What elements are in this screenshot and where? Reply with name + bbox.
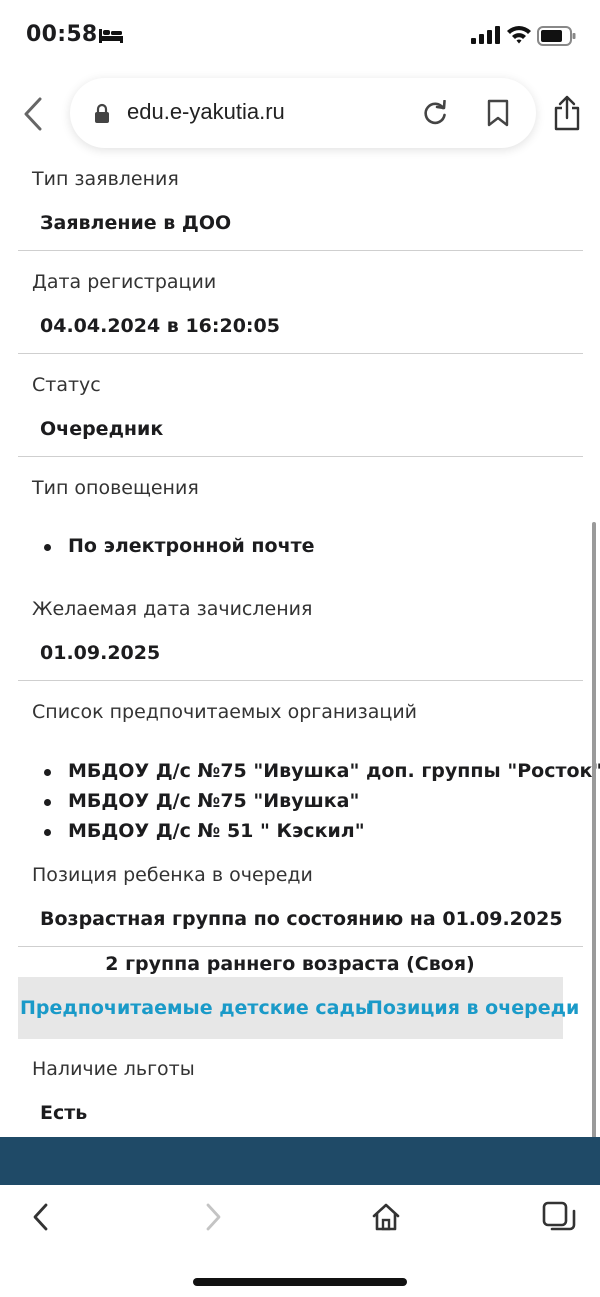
reg-date-value: 04.04.2024 в 16:20:05 bbox=[40, 315, 280, 337]
nav-forward-icon[interactable] bbox=[202, 1202, 224, 1232]
org-item: МБДОУ Д/с №75 "Ивушка" bbox=[44, 790, 359, 812]
reg-date-label: Дата регистрации bbox=[32, 271, 217, 293]
app-type-label: Тип заявления bbox=[32, 168, 179, 190]
divider bbox=[18, 680, 583, 681]
home-indicator bbox=[193, 1278, 407, 1286]
benefit-value: Есть bbox=[40, 1102, 88, 1124]
desired-date-value: 01.09.2025 bbox=[40, 642, 161, 664]
address-bar[interactable]: edu.e-yakutia.ru bbox=[70, 78, 536, 148]
desired-date-label: Желаемая дата зачисления bbox=[32, 598, 313, 620]
queue-label: Позиция ребенка в очереди bbox=[32, 864, 313, 886]
orgs-label: Список предпочитаемых организаций bbox=[32, 701, 418, 723]
status-bar: 00:58 bbox=[0, 0, 600, 70]
battery-icon bbox=[537, 26, 576, 46]
status-value: Очередник bbox=[40, 418, 164, 440]
site-footer bbox=[0, 1137, 600, 1185]
bed-icon bbox=[99, 29, 123, 43]
wifi-icon bbox=[507, 26, 531, 44]
tab-preferred-kindergartens[interactable]: Предпочитаемые детские сады bbox=[20, 997, 372, 1019]
home-icon[interactable] bbox=[372, 1202, 400, 1232]
status-time: 00:58 bbox=[26, 22, 98, 47]
benefit-label: Наличие льготы bbox=[32, 1058, 195, 1080]
divider bbox=[18, 250, 583, 251]
lock-icon bbox=[95, 103, 109, 123]
tabs-icon[interactable] bbox=[542, 1201, 576, 1233]
status-label: Статус bbox=[32, 374, 101, 396]
notify-item: По электронной почте bbox=[44, 535, 315, 557]
share-icon[interactable] bbox=[552, 95, 582, 131]
queue-age-group-value: Возрастная группа по состоянию на 01.09.… bbox=[40, 908, 563, 930]
divider bbox=[18, 946, 583, 947]
back-arrow-icon[interactable] bbox=[20, 96, 48, 132]
signal-icon bbox=[471, 26, 500, 44]
app-type-value: Заявление в ДОО bbox=[40, 212, 232, 234]
notify-label: Тип оповещения bbox=[32, 477, 199, 499]
bookmark-icon[interactable] bbox=[486, 99, 510, 127]
divider bbox=[18, 353, 583, 354]
org-item: МБДОУ Д/с №75 "Ивушка" доп. группы "Рост… bbox=[44, 760, 600, 782]
url-text: edu.e-yakutia.ru bbox=[127, 99, 285, 124]
divider bbox=[18, 456, 583, 457]
queue-tabs: Предпочитаемые детские сады Позиция в оч… bbox=[18, 977, 579, 1039]
tab-queue-position[interactable]: Позиция в очереди bbox=[367, 997, 579, 1019]
org-item: МБДОУ Д/с № 51 " Кэскил" bbox=[44, 820, 365, 842]
reload-icon[interactable] bbox=[422, 100, 448, 126]
nav-back-icon[interactable] bbox=[30, 1202, 52, 1232]
queue-group-title: 2 группа раннего возраста (Своя) bbox=[105, 953, 475, 975]
page-scrollbar[interactable] bbox=[592, 522, 596, 1142]
